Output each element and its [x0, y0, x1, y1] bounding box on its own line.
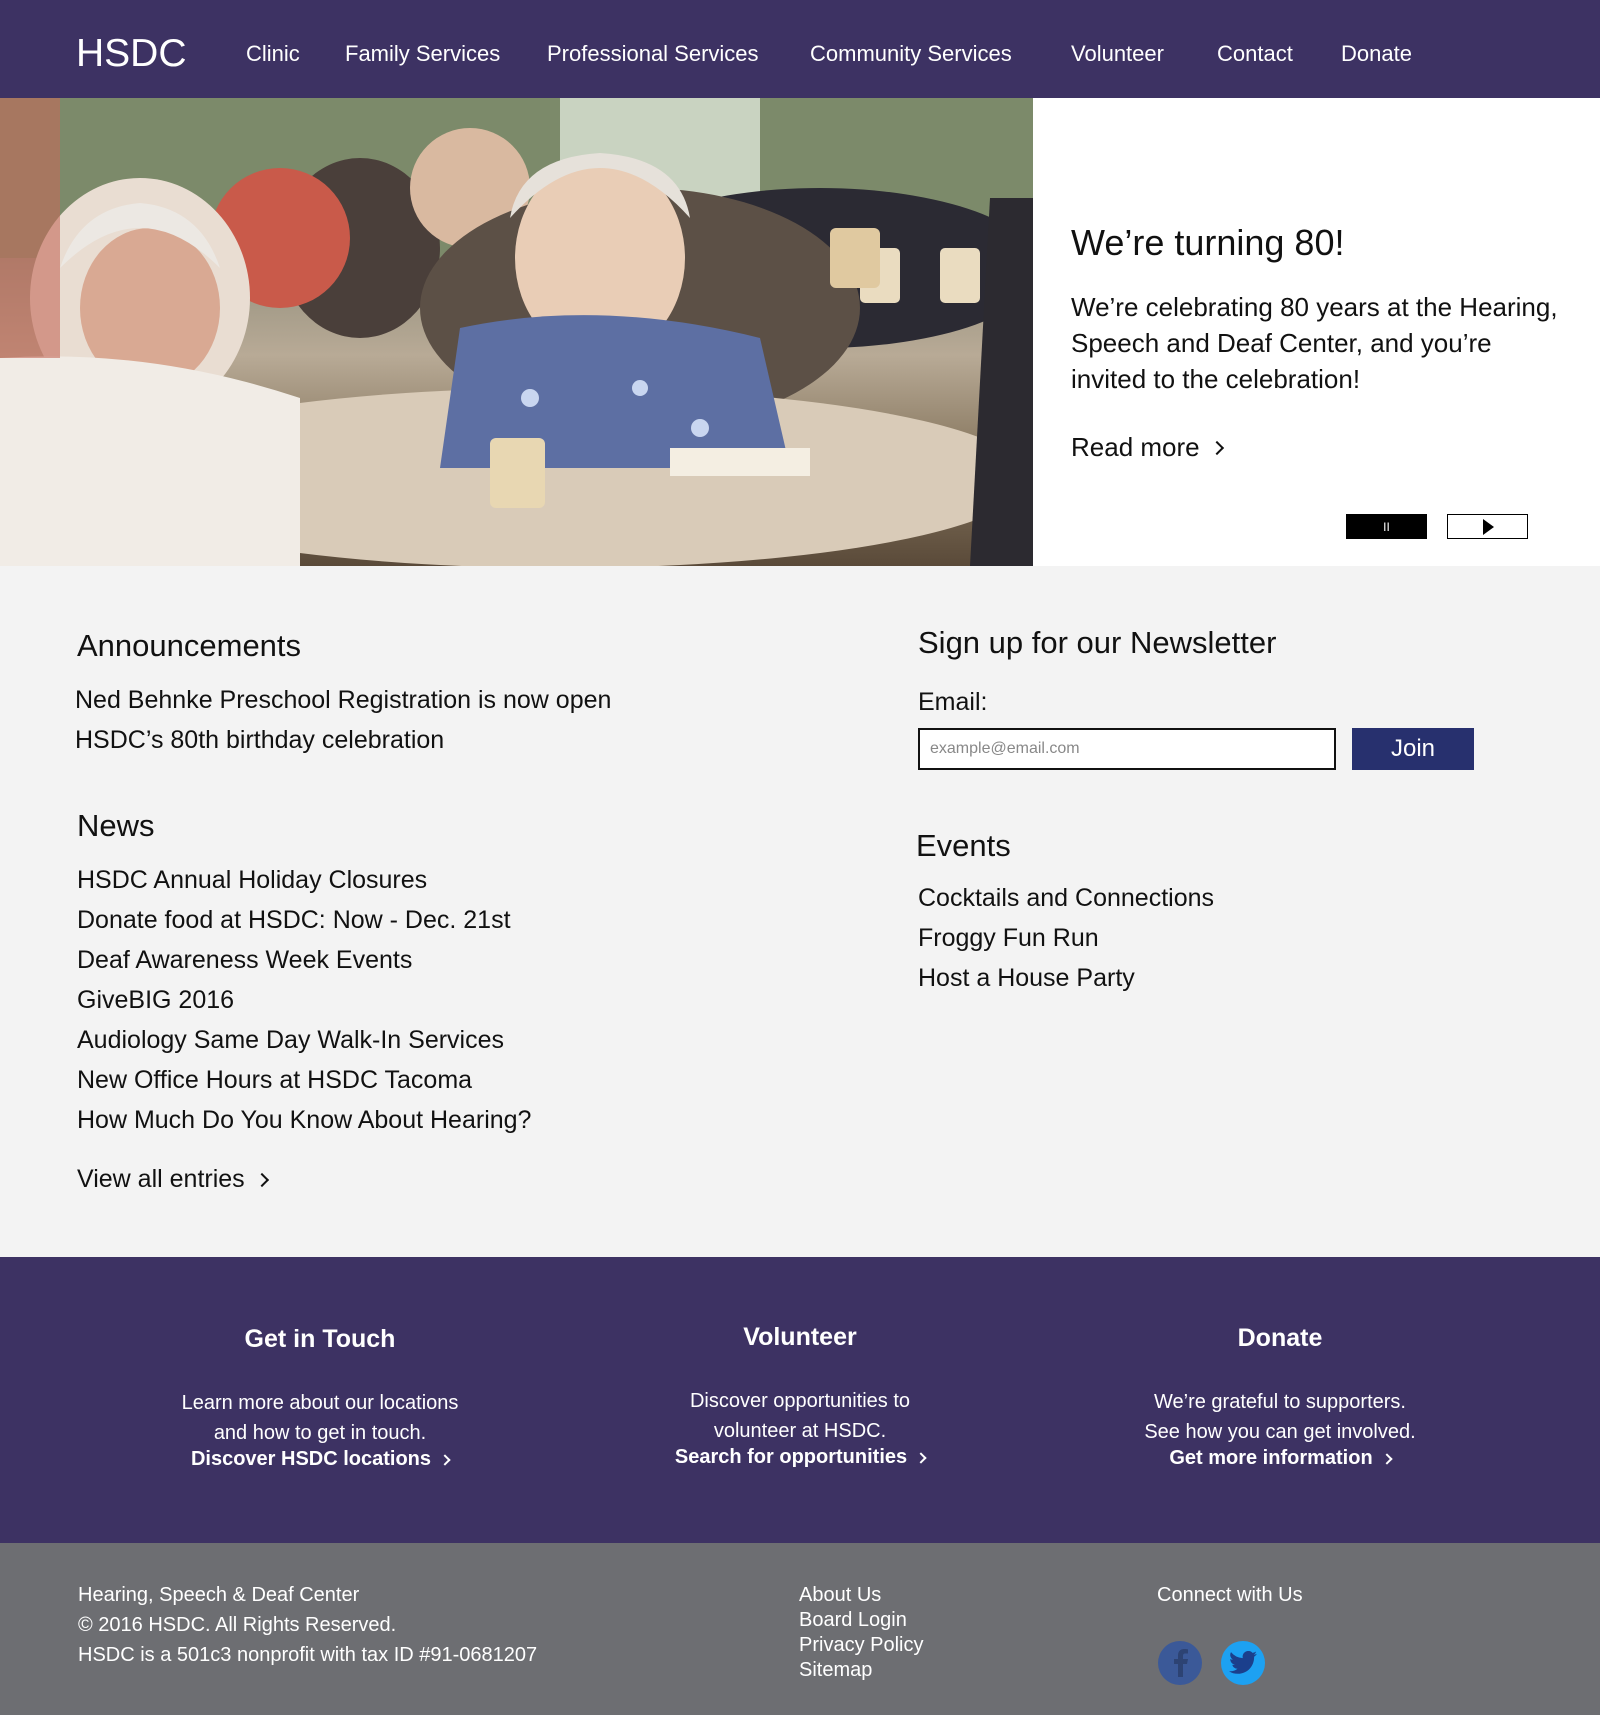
events-heading: Events: [916, 828, 1011, 863]
email-label: Email:: [918, 688, 988, 716]
news-item[interactable]: GiveBIG 2016: [77, 986, 234, 1015]
donate-title: Donate: [1237, 1324, 1323, 1352]
event-item[interactable]: Cocktails and Connections: [918, 884, 1214, 913]
volunteer-line2: volunteer at HSDC.: [713, 1420, 887, 1442]
volunteer-text: Discover opportunities to volunteer at H…: [560, 1386, 1040, 1446]
view-all-entries-link[interactable]: View all entries: [77, 1165, 269, 1194]
hero-title: We’re turning 80!: [1071, 222, 1345, 263]
hero-photo-illustration: [0, 98, 1033, 566]
get-in-touch-line2: and how to get in touch.: [213, 1422, 427, 1444]
view-all-label: View all entries: [77, 1165, 245, 1193]
footer-tax-id: HSDC is a 501c3 nonprofit with tax ID #9…: [78, 1644, 538, 1666]
hero-text: We’re celebrating 80 years at the Hearin…: [1071, 292, 1558, 394]
site-footer: Hearing, Speech & Deaf Center © 2016 HSD…: [0, 1543, 1600, 1715]
nav-volunteer[interactable]: Volunteer: [1071, 41, 1164, 67]
donate-text: We’re grateful to supporters. See how yo…: [1040, 1387, 1520, 1447]
footer-cta-band: Get in Touch Learn more about our locati…: [0, 1257, 1600, 1543]
get-in-touch-line1: Learn more about our locations: [181, 1392, 459, 1414]
nav-community-services[interactable]: Community Services: [810, 41, 1012, 67]
event-item[interactable]: Host a House Party: [918, 964, 1135, 993]
hero-photo: [0, 98, 1033, 566]
search-opportunities-label: Search for opportunities: [674, 1446, 908, 1468]
discover-locations-label: Discover HSDC locations: [190, 1448, 432, 1470]
footer-copyright: © 2016 HSDC. All Rights Reserved.: [78, 1614, 397, 1636]
connect-heading: Connect with Us: [1157, 1584, 1303, 1606]
read-more-link[interactable]: Read more: [1071, 432, 1224, 463]
join-button[interactable]: Join: [1352, 728, 1474, 770]
footer-link-about-us[interactable]: About Us: [799, 1584, 881, 1607]
read-more-label: Read more: [1071, 432, 1200, 462]
facebook-link[interactable]: [1158, 1641, 1202, 1685]
nav-contact[interactable]: Contact: [1217, 41, 1293, 67]
facebook-icon: [1174, 1649, 1188, 1677]
news-item[interactable]: How Much Do You Know About Hearing?: [77, 1106, 531, 1135]
footer-link-privacy-policy[interactable]: Privacy Policy: [799, 1634, 923, 1657]
footer-org-name: Hearing, Speech & Deaf Center: [78, 1584, 360, 1606]
footer-link-sitemap[interactable]: Sitemap: [799, 1659, 872, 1682]
chevron-right-icon: [1381, 1452, 1393, 1465]
news-item[interactable]: Donate food at HSDC: Now - Dec. 21st: [77, 906, 511, 935]
carousel-pause-button[interactable]: II: [1346, 514, 1427, 539]
donate-line2: See how you can get involved.: [1144, 1421, 1416, 1443]
get-more-information-link[interactable]: Get more information: [1040, 1447, 1520, 1470]
get-more-information-label: Get more information: [1169, 1447, 1373, 1469]
get-in-touch-title: Get in Touch: [244, 1325, 396, 1353]
chevron-right-icon: [439, 1453, 451, 1466]
announcement-item[interactable]: Ned Behnke Preschool Registration is now…: [75, 686, 611, 715]
nav-clinic[interactable]: Clinic: [246, 41, 300, 67]
nav-family-services[interactable]: Family Services: [345, 41, 500, 67]
search-opportunities-link[interactable]: Search for opportunities: [560, 1446, 1040, 1469]
news-item[interactable]: Audiology Same Day Walk-In Services: [77, 1026, 504, 1055]
nav-donate[interactable]: Donate: [1341, 41, 1412, 67]
announcement-item[interactable]: HSDC’s 80th birthday celebration: [75, 726, 444, 755]
news-item[interactable]: Deaf Awareness Week Events: [77, 946, 412, 975]
nav-professional-services[interactable]: Professional Services: [547, 41, 759, 67]
volunteer-title: Volunteer: [743, 1323, 857, 1351]
play-icon: [1483, 518, 1494, 535]
hero-carousel: We’re turning 80! We’re celebrating 80 y…: [0, 98, 1600, 566]
chevron-right-icon: [1209, 440, 1224, 455]
site-header: HSDC Clinic Family Services Professional…: [0, 0, 1600, 98]
site-logo[interactable]: HSDC: [76, 32, 187, 76]
discover-locations-link[interactable]: Discover HSDC locations: [80, 1448, 560, 1471]
event-item[interactable]: Froggy Fun Run: [918, 924, 1099, 953]
carousel-next-button[interactable]: [1447, 514, 1528, 539]
news-heading: News: [77, 808, 155, 843]
twitter-link[interactable]: [1221, 1641, 1265, 1685]
chevron-right-icon: [915, 1451, 927, 1464]
announcements-heading: Announcements: [77, 628, 302, 663]
twitter-icon: [1229, 1651, 1257, 1674]
footer-link-board-login[interactable]: Board Login: [799, 1609, 907, 1632]
volunteer-line1: Discover opportunities to: [689, 1390, 911, 1412]
chevron-right-icon: [254, 1172, 269, 1187]
donate-line1: We’re grateful to supporters.: [1154, 1391, 1406, 1413]
news-item[interactable]: HSDC Annual Holiday Closures: [77, 866, 427, 895]
get-in-touch-text: Learn more about our locations and how t…: [80, 1388, 560, 1448]
newsletter-heading: Sign up for our Newsletter: [918, 625, 1277, 660]
news-item[interactable]: New Office Hours at HSDC Tacoma: [77, 1066, 472, 1095]
email-input[interactable]: [918, 728, 1336, 770]
